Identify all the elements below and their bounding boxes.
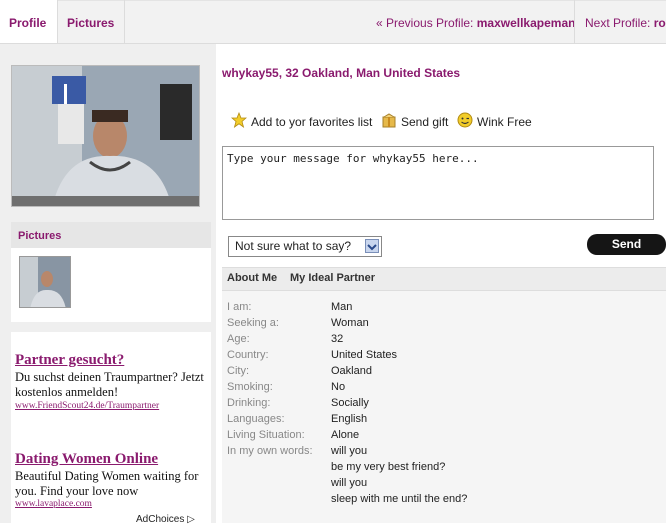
detail-row: Seeking a: Woman xyxy=(227,317,657,333)
ad-text-1: Du suchst deinen Traumpartner? Jetzt kos… xyxy=(15,370,204,399)
detail-label: In my own words: xyxy=(227,445,313,457)
detail-row: Country: United States xyxy=(227,349,657,365)
send-gift-button[interactable]: Send gift xyxy=(381,112,448,131)
picture-thumbnail[interactable] xyxy=(19,256,71,308)
detail-row: In my own words: will you xyxy=(227,445,657,461)
detail-row: Languages: English xyxy=(227,413,657,429)
detail-row: City: Oakland xyxy=(227,365,657,381)
pictures-panel-title: Pictures xyxy=(18,230,62,242)
detail-row: Smoking: No xyxy=(227,381,657,397)
add-favorite-button[interactable]: Add to yor favorites list xyxy=(230,111,373,131)
detail-row: I am: Man xyxy=(227,301,657,317)
detail-label: Languages: xyxy=(227,413,285,425)
details-tab-bar xyxy=(222,267,666,291)
next-profile-prefix: Next Profile: xyxy=(585,16,651,30)
next-profile-name: royj xyxy=(653,16,666,30)
own-words-line: be my very best friend? xyxy=(331,461,446,473)
ad-url-1[interactable]: www.FriendScout24.de/Traumpartner xyxy=(15,401,159,411)
ad-title-1[interactable]: Partner gesucht? xyxy=(15,352,124,369)
profile-title: whykay55, 32 Oakland, Man United States xyxy=(222,66,461,80)
wink-label: Wink Free xyxy=(477,114,532,129)
tab-about-me[interactable]: About Me xyxy=(227,272,277,284)
suggestion-select[interactable]: Not sure what to say? xyxy=(228,236,382,257)
ad-text-2: Beautiful Dating Women waiting for you. … xyxy=(15,469,199,498)
detail-row: Age: 32 xyxy=(227,333,657,349)
own-words-line: sleep with me until the end? xyxy=(331,493,468,505)
suggestion-select-value: Not sure what to say? xyxy=(235,239,352,253)
profile-photo[interactable] xyxy=(11,65,200,207)
previous-profile-name: maxwellkapeman xyxy=(476,16,576,30)
detail-value: Socially xyxy=(331,397,369,409)
previous-profile-prefix: « Previous Profile: xyxy=(376,16,474,30)
next-profile-link[interactable]: Next Profile: royj xyxy=(574,0,666,43)
own-words-line: will you xyxy=(331,477,368,489)
ad-url-2[interactable]: www.lavaplace.com xyxy=(15,499,92,509)
add-favorite-label: Add to yor favorites list xyxy=(251,114,373,129)
smiley-icon xyxy=(457,112,473,131)
detail-label: Country: xyxy=(227,349,269,361)
message-input[interactable]: Type your message for whykay55 here... xyxy=(222,146,654,220)
tab-pictures[interactable]: Pictures xyxy=(58,0,125,43)
send-button[interactable]: Send xyxy=(587,234,666,255)
chevron-down-icon xyxy=(365,239,379,253)
detail-value: will you xyxy=(331,445,368,457)
detail-label: City: xyxy=(227,365,249,377)
detail-label: I am: xyxy=(227,301,252,313)
detail-label: Smoking: xyxy=(227,381,273,393)
detail-value: United States xyxy=(331,349,398,361)
tab-ideal-partner[interactable]: My Ideal Partner xyxy=(290,272,375,284)
detail-value: Oakland xyxy=(331,365,372,377)
detail-row: Living Situation: Alone xyxy=(227,429,657,445)
detail-label: Living Situation: xyxy=(227,429,305,441)
detail-label: Seeking a: xyxy=(227,317,279,329)
star-icon xyxy=(230,111,248,131)
detail-value: 32 xyxy=(331,333,344,345)
adchoices-link[interactable]: AdChoices ▷ xyxy=(136,514,195,525)
detail-value: Woman xyxy=(331,317,369,329)
tab-profile[interactable]: Profile xyxy=(0,0,58,43)
detail-label: Age: xyxy=(227,333,250,345)
send-gift-label: Send gift xyxy=(401,114,449,129)
previous-profile-link[interactable]: « Previous Profile: maxwellkapeman xyxy=(376,0,575,43)
detail-value: No xyxy=(331,381,346,393)
detail-value: English xyxy=(331,413,368,425)
gift-icon xyxy=(381,112,397,131)
ad-panel: Partner gesucht? Du suchst deinen Traump… xyxy=(11,332,211,525)
detail-value: Alone xyxy=(331,429,360,441)
detail-row: Drinking: Socially xyxy=(227,397,657,413)
wink-button[interactable]: Wink Free xyxy=(457,112,532,131)
ad-title-2[interactable]: Dating Women Online xyxy=(15,451,158,468)
detail-value: Man xyxy=(331,301,353,313)
detail-label: Drinking: xyxy=(227,397,271,409)
